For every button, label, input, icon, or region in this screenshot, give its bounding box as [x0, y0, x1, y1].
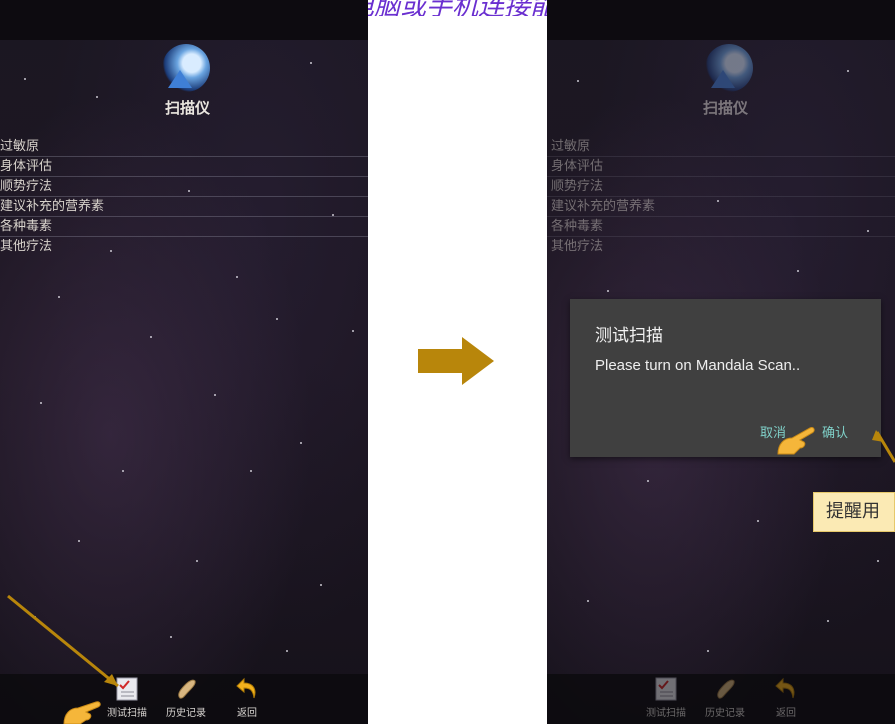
- checklist-icon: [655, 677, 677, 701]
- scan-dialog: 测试扫描 Please turn on Mandala Scan.. 取消 确认: [570, 299, 881, 457]
- menu-item-allergens[interactable]: 过敏原: [0, 137, 368, 157]
- hint-callout: 提醒用: [813, 492, 895, 532]
- menu-item-body-assessment[interactable]: 身体评估: [0, 157, 368, 177]
- tab-return[interactable]: 返回: [221, 676, 273, 719]
- scan-menu: 过敏原 身体评估 顺势疗法 建议补充的营养素 各种毒素 其他疗法: [0, 137, 368, 257]
- menu-item-body-assessment[interactable]: 身体评估: [547, 157, 895, 177]
- pointing-hand-icon: [63, 701, 101, 724]
- status-bar: [547, 0, 895, 40]
- return-arrow-icon: [236, 677, 256, 699]
- menu-item-allergens[interactable]: 过敏原: [547, 137, 895, 157]
- menu-item-homeopathy[interactable]: 顺势疗法: [0, 177, 368, 197]
- return-arrow-icon: [775, 677, 795, 699]
- pointing-hand-icon: [777, 427, 815, 455]
- confirm-button[interactable]: 确认: [822, 422, 848, 441]
- checklist-icon: [116, 677, 138, 701]
- menu-item-nutrients[interactable]: 建议补充的营养素: [547, 197, 895, 217]
- app-logo-icon: [162, 44, 210, 92]
- app-title: 扫描仪: [165, 99, 211, 117]
- phone-screen-before: 扫描仪 过敏原 身体评估 顺势疗法 建议补充的营养素 各种毒素 其他疗法 测试扫…: [0, 0, 368, 724]
- scan-menu: 过敏原 身体评估 顺势疗法 建议补充的营养素 各种毒素 其他疗法: [547, 137, 895, 257]
- menu-item-nutrients[interactable]: 建议补充的营养素: [0, 197, 368, 217]
- menu-item-toxins[interactable]: 各种毒素: [547, 217, 895, 237]
- tab-test-scan[interactable]: 测试扫描: [640, 676, 692, 719]
- status-bar: [0, 0, 368, 40]
- tab-test-scan[interactable]: 测试扫描: [101, 676, 153, 719]
- phone-screen-after: 扫描仪 过敏原 身体评估 顺势疗法 建议补充的营养素 各种毒素 其他疗法 测试扫…: [547, 0, 895, 724]
- bottom-tab-bar: 测试扫描 历史记录 返回: [547, 674, 895, 724]
- scroll-icon: [717, 679, 735, 699]
- bottom-tab-bar: 测试扫描 历史记录 返回: [0, 674, 368, 724]
- app-title: 扫描仪: [703, 99, 749, 117]
- dialog-title: 测试扫描: [595, 326, 663, 346]
- dialog-message: Please turn on Mandala Scan..: [595, 357, 801, 374]
- right-arrow-icon: [418, 337, 494, 385]
- menu-item-other-therapies[interactable]: 其他疗法: [547, 237, 895, 257]
- menu-item-toxins[interactable]: 各种毒素: [0, 217, 368, 237]
- menu-item-homeopathy[interactable]: 顺势疗法: [547, 177, 895, 197]
- tab-history[interactable]: 历史记录: [160, 676, 212, 719]
- menu-item-other-therapies[interactable]: 其他疗法: [0, 237, 368, 257]
- app-logo-icon: [705, 44, 753, 92]
- tab-return[interactable]: 返回: [760, 676, 812, 719]
- tab-history[interactable]: 历史记录: [699, 676, 751, 719]
- scroll-icon: [178, 679, 196, 699]
